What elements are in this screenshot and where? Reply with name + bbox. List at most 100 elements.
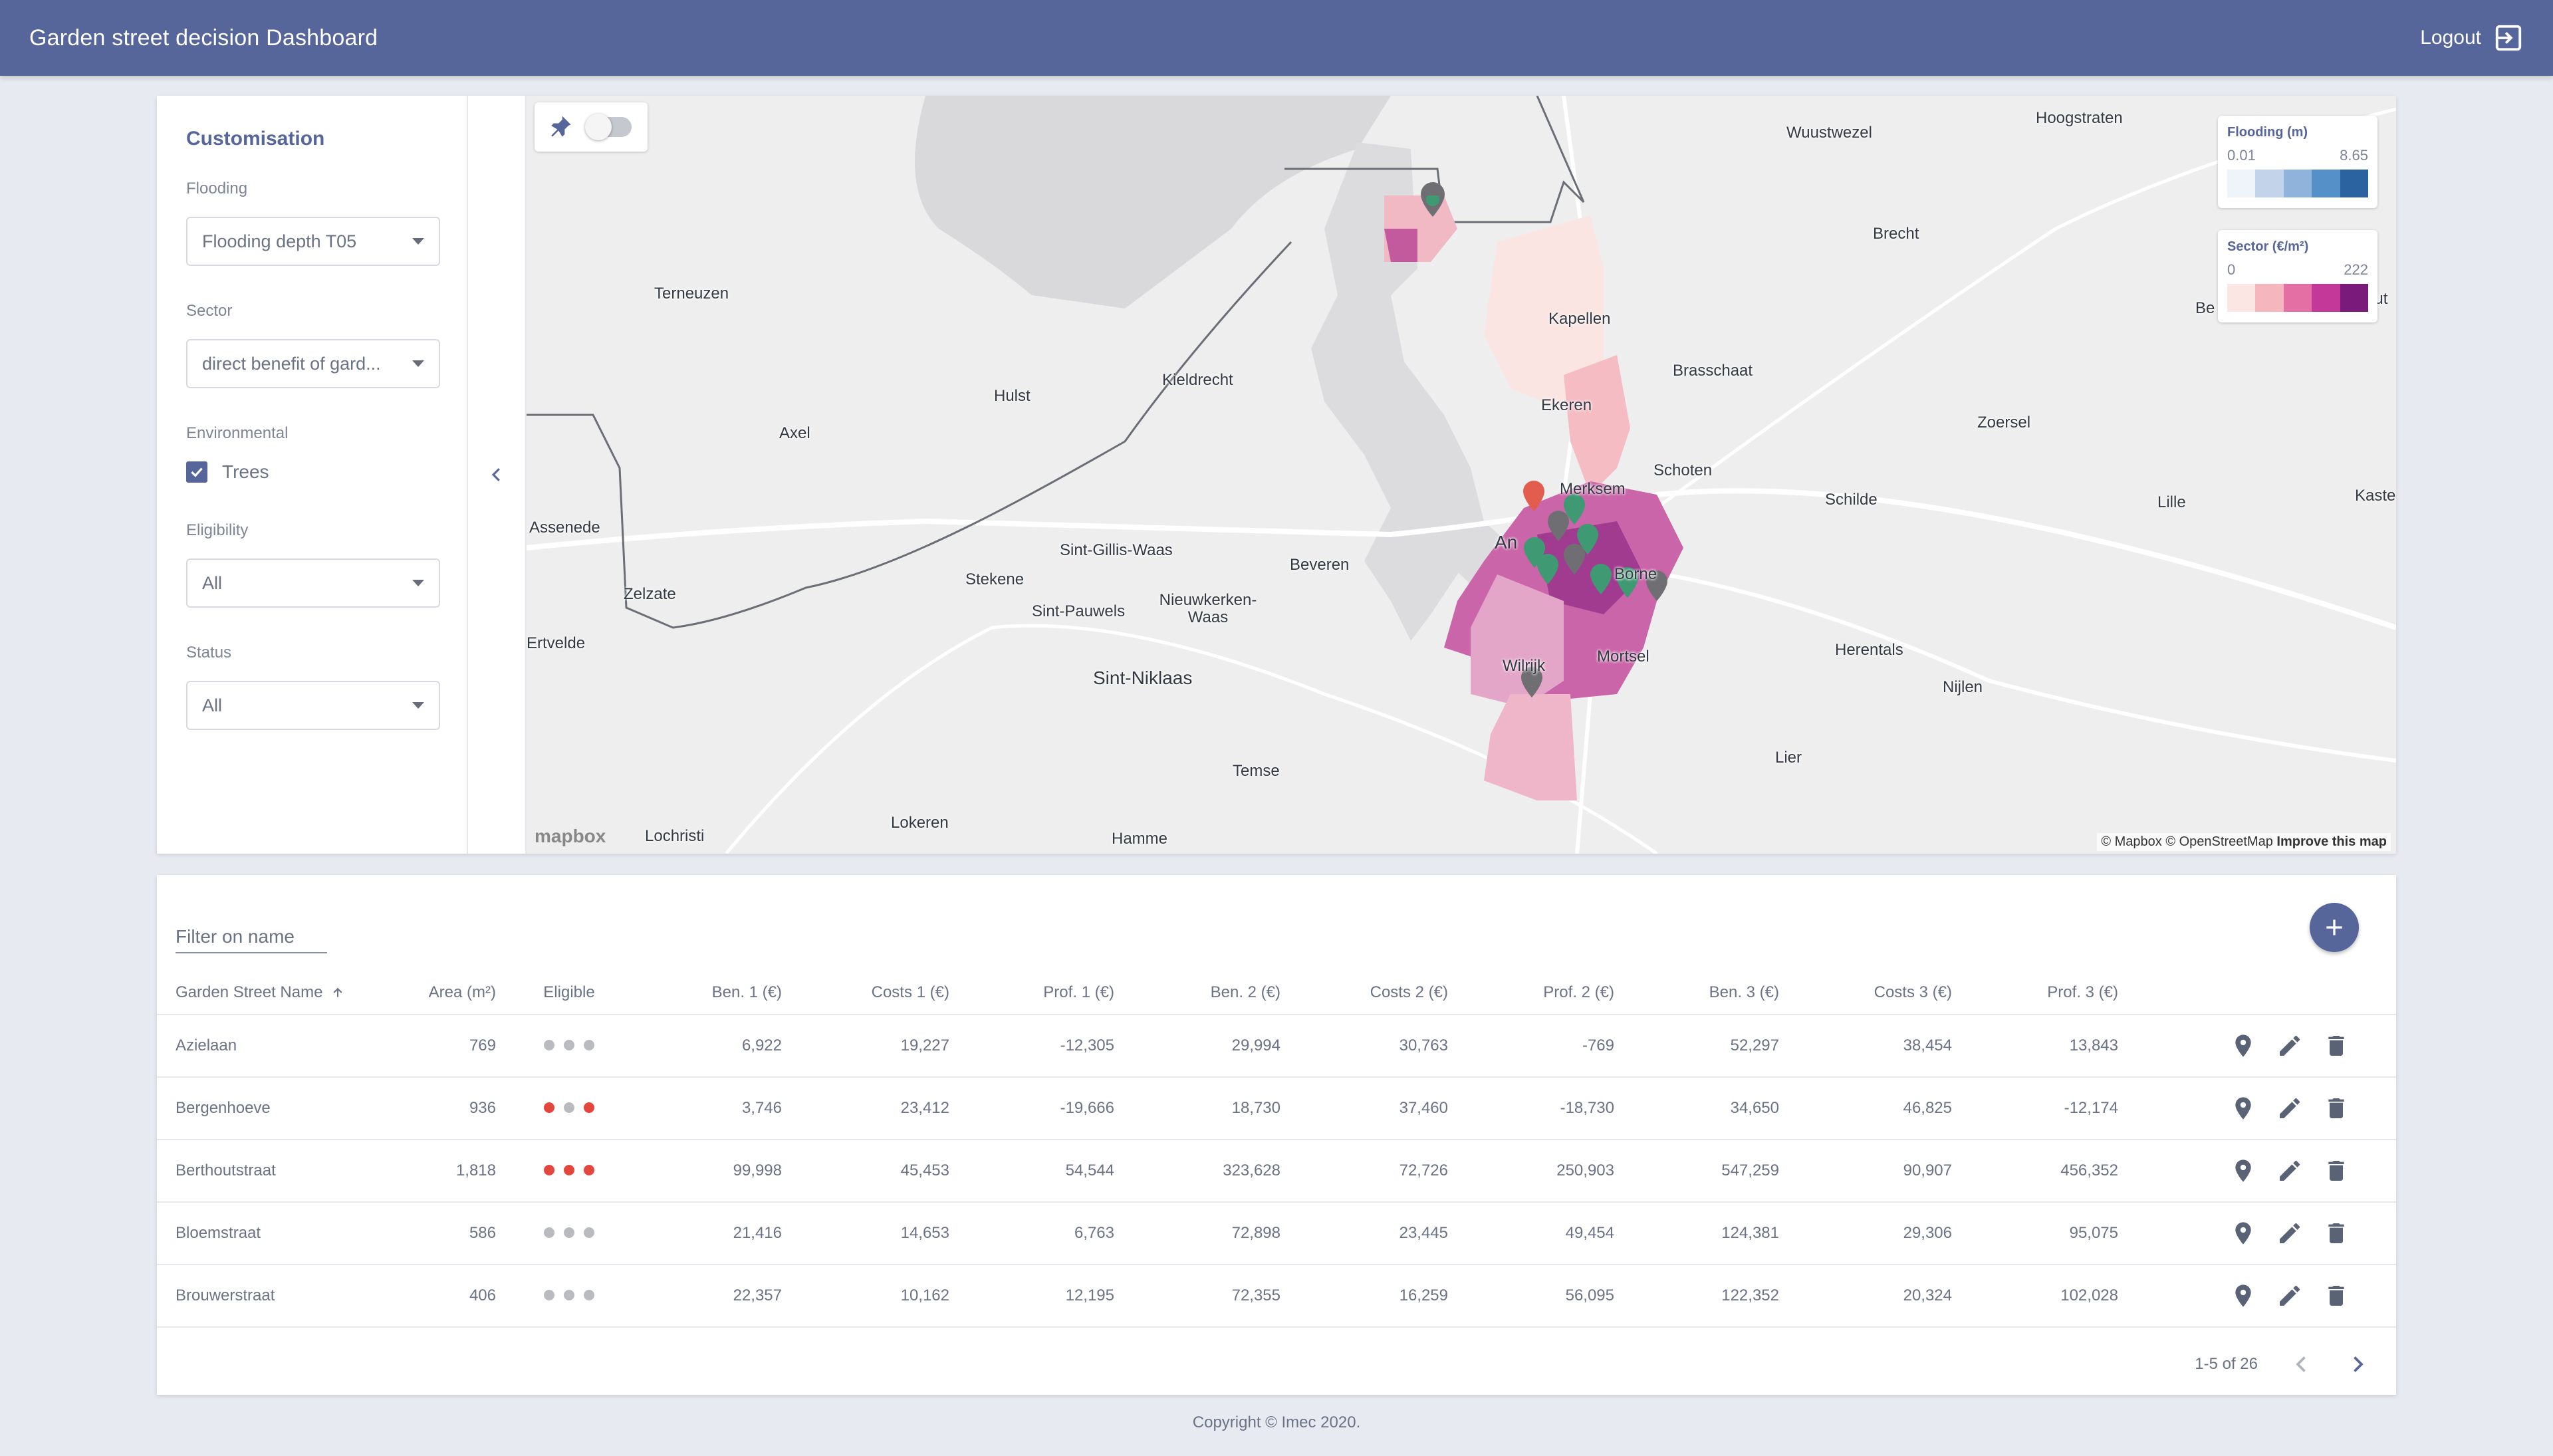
column-header-costs2[interactable]: Costs 2 (€) <box>1294 971 1461 1015</box>
flooding-legend-min: 0.01 <box>2227 147 2256 164</box>
ben2-cell: 72,898 <box>1128 1202 1294 1265</box>
status-select-value: All <box>202 695 223 715</box>
flooding-select[interactable]: Flooding depth T05 <box>186 217 440 266</box>
legend-swatch <box>2312 284 2340 312</box>
column-header-eligible[interactable]: Eligible <box>509 971 629 1015</box>
chevron-down-icon <box>412 580 424 586</box>
ben2-cell: 29,994 <box>1128 1015 1294 1078</box>
delete-icon[interactable] <box>2323 1095 2350 1122</box>
sector-legend-max: 222 <box>2344 261 2368 278</box>
place-label: Hoogstraten <box>2036 109 2123 127</box>
place-label: Zelzate <box>624 585 676 603</box>
prof2-cell: 56,095 <box>1461 1265 1628 1328</box>
eligibility-dot <box>584 1102 594 1113</box>
add-street-button[interactable] <box>2310 903 2359 952</box>
logout-button[interactable]: Logout <box>2420 23 2524 53</box>
sector-legend-min: 0 <box>2227 261 2236 278</box>
column-header-prof3[interactable]: Prof. 3 (€) <box>1965 971 2131 1015</box>
delete-icon[interactable] <box>2323 1282 2350 1309</box>
chevron-left-icon[interactable] <box>2290 1352 2314 1376</box>
place-label: Lochristi <box>645 827 705 845</box>
trees-checkbox-row[interactable]: Trees <box>186 461 437 483</box>
table-row[interactable]: Berthoutstraat 1,818 99,998 45,453 54,544 323… <box>157 1140 2396 1203</box>
ben1-cell: 21,416 <box>629 1202 795 1265</box>
table-row[interactable]: Brouwerstraat 406 22,357 10,162 12,195 72,355… <box>157 1265 2396 1328</box>
filter-name-input[interactable]: Filter on name <box>176 921 327 953</box>
status-select[interactable]: All <box>186 681 440 730</box>
locate-pin-icon[interactable] <box>2230 1282 2256 1309</box>
trees-checkbox[interactable] <box>186 461 207 483</box>
place-label: Kieldrecht <box>1162 371 1233 389</box>
column-header-name[interactable]: Garden Street Name <box>157 971 376 1015</box>
column-header-area[interactable]: Area (m²) <box>376 971 509 1015</box>
locate-pin-icon[interactable] <box>2230 1095 2256 1122</box>
eligibility-dot <box>544 1040 554 1050</box>
delete-icon[interactable] <box>2323 1032 2350 1059</box>
sector-label: Sector <box>186 302 233 320</box>
flooding-legend: Flooding (m) 0.01 8.65 <box>2218 116 2377 208</box>
actions-cell <box>2131 1015 2396 1078</box>
streets-table-card: Filter on name Garden Street Name Area (… <box>157 875 2396 1395</box>
trees-label: Trees <box>222 461 269 482</box>
eligibility-label: Eligibility <box>186 521 249 539</box>
edit-icon[interactable] <box>2276 1220 2303 1247</box>
sector-legend-bar <box>2227 284 2369 312</box>
marker-toggle-switch[interactable] <box>585 114 632 140</box>
map-view[interactable]: Wuustwezel Hoogstraten Brecht Terneuzen … <box>527 96 2396 854</box>
eligibility-dot <box>544 1102 554 1113</box>
actions-cell <box>2131 1077 2396 1140</box>
place-label: Kaste <box>2355 487 2396 505</box>
area-cell: 586 <box>376 1202 509 1265</box>
logout-icon <box>2495 25 2522 51</box>
place-label: Ekeren <box>1541 396 1592 414</box>
ben3-cell: 124,381 <box>1628 1202 1792 1265</box>
locate-pin-icon[interactable] <box>2230 1220 2256 1247</box>
plus-icon <box>2326 919 2342 935</box>
flooding-legend-bar <box>2227 170 2369 197</box>
ben1-cell: 6,922 <box>629 1015 795 1078</box>
check-icon <box>191 467 203 477</box>
sector-select[interactable]: direct benefit of gard... <box>186 339 440 388</box>
place-label: Sint-Gillis-Waas <box>1060 541 1173 559</box>
column-header-costs3[interactable]: Costs 3 (€) <box>1792 971 1965 1015</box>
eligibility-dot <box>544 1290 554 1300</box>
column-header-actions <box>2131 971 2396 1015</box>
prof2-cell: -769 <box>1461 1015 1628 1078</box>
costs2-cell: 16,259 <box>1294 1265 1461 1328</box>
edit-icon[interactable] <box>2276 1032 2303 1059</box>
eligibility-select[interactable]: All <box>186 558 440 608</box>
table-row[interactable]: Bloemstraat 586 21,416 14,653 6,763 72,898 23,… <box>157 1202 2396 1265</box>
locate-pin-icon[interactable] <box>2230 1032 2256 1059</box>
chevron-right-icon[interactable] <box>2346 1352 2370 1376</box>
collapse-panel-button[interactable] <box>468 96 527 854</box>
costs2-cell: 72,726 <box>1294 1140 1461 1203</box>
edit-icon[interactable] <box>2276 1095 2303 1122</box>
edit-icon[interactable] <box>2276 1157 2303 1184</box>
street-name-cell: Azielaan <box>157 1015 376 1078</box>
delete-icon[interactable] <box>2323 1157 2350 1184</box>
prof3-cell: 456,352 <box>1965 1140 2131 1203</box>
place-label: Merksem <box>1560 480 1626 498</box>
column-header-prof2[interactable]: Prof. 2 (€) <box>1461 971 1628 1015</box>
place-label: An <box>1495 532 1518 552</box>
edit-icon[interactable] <box>2276 1282 2303 1309</box>
eligibility-dot <box>564 1102 574 1113</box>
locate-pin-icon[interactable] <box>2230 1157 2256 1184</box>
improve-map-link[interactable]: Improve this map <box>2276 834 2387 849</box>
map-base <box>527 96 2396 854</box>
mapbox-logo[interactable]: mapbox <box>535 826 606 847</box>
column-header-ben2[interactable]: Ben. 2 (€) <box>1128 971 1294 1015</box>
table-row[interactable]: Bergenhoeve 936 3,746 23,412 -19,666 18,730 37… <box>157 1077 2396 1140</box>
column-header-costs1[interactable]: Costs 1 (€) <box>795 971 963 1015</box>
eligible-cell <box>509 1202 629 1265</box>
column-header-prof1[interactable]: Prof. 1 (€) <box>963 971 1128 1015</box>
table-row[interactable]: Azielaan 769 6,922 19,227 -12,305 29,994 30,76… <box>157 1015 2396 1078</box>
column-header-ben1[interactable]: Ben. 1 (€) <box>629 971 795 1015</box>
legend-swatch <box>2312 170 2340 197</box>
area-cell: 769 <box>376 1015 509 1078</box>
column-header-ben3[interactable]: Ben. 3 (€) <box>1628 971 1792 1015</box>
eligibility-dot <box>564 1227 574 1238</box>
costs3-cell: 90,907 <box>1792 1140 1965 1203</box>
place-label: Lille <box>2157 493 2186 511</box>
delete-icon[interactable] <box>2323 1220 2350 1247</box>
